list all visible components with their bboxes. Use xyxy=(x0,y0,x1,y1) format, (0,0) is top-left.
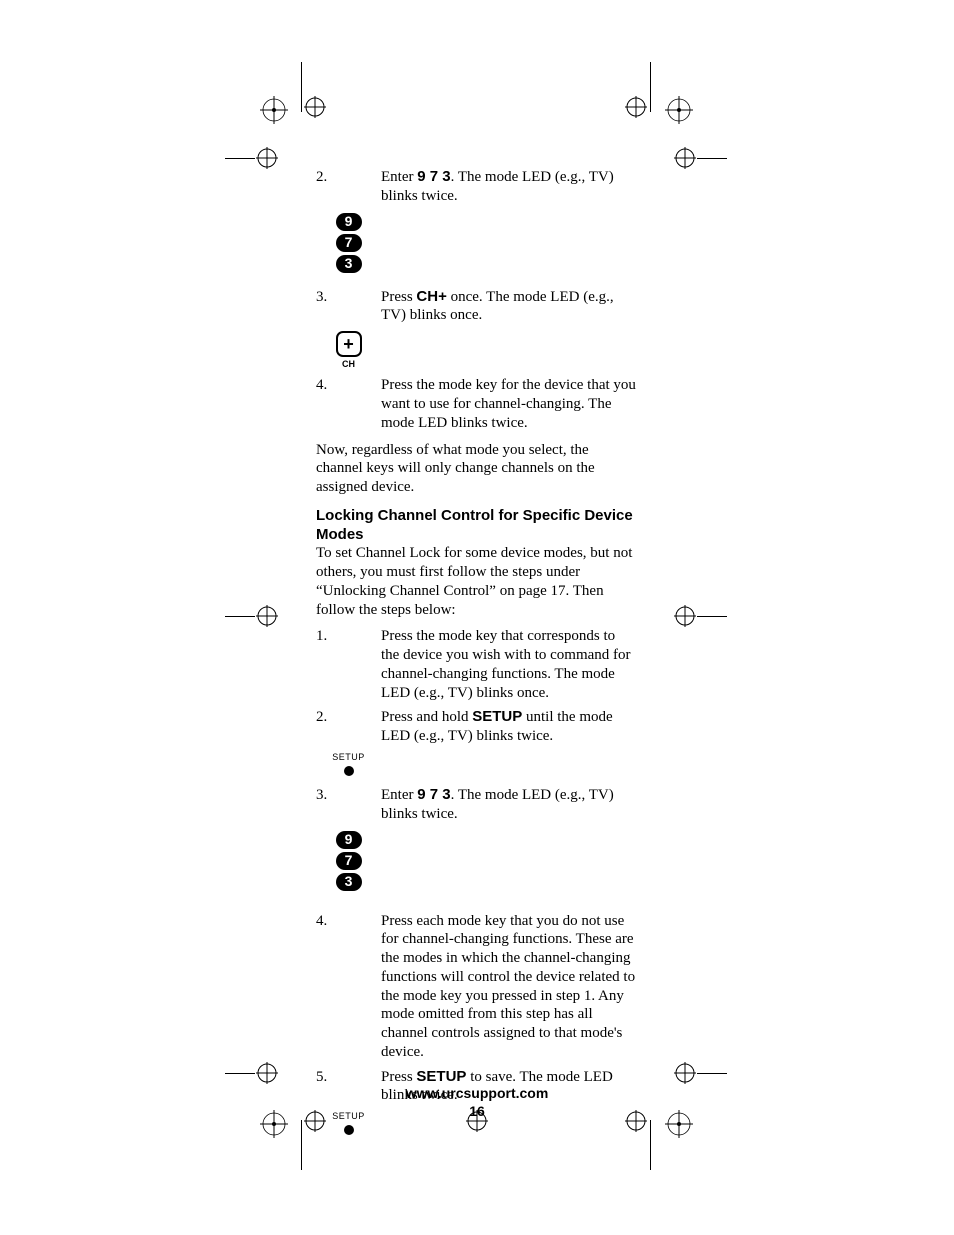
step-text: Press the mode key for the device that y… xyxy=(381,376,636,432)
key-7-icon: 7 xyxy=(336,852,362,870)
footer-url: www.urcsupport.com xyxy=(0,1084,954,1102)
paragraph: To set Channel Lock for some device mode… xyxy=(316,544,636,619)
step-number: 3. xyxy=(316,288,381,307)
text: Enter xyxy=(381,787,417,803)
crop-mark xyxy=(697,158,727,159)
crop-mark xyxy=(225,158,255,159)
ch-label: CH xyxy=(342,359,355,370)
code: 9 7 3 xyxy=(417,786,450,803)
reg-mark xyxy=(625,96,647,118)
step-text: Enter 9 7 3. The mode LED (e.g., TV) bli… xyxy=(381,786,636,824)
crop-mark xyxy=(697,1073,727,1074)
bold: SETUP xyxy=(472,708,522,725)
ch-plus-icon: + CH xyxy=(316,329,381,370)
crop-mark xyxy=(301,1120,302,1170)
key-3-icon: 3 xyxy=(336,873,362,891)
step-b2: 2. Press and hold SETUP until the mode L… xyxy=(316,708,636,746)
reg-mark xyxy=(674,605,696,627)
step-a4: 4. Press the mode key for the device tha… xyxy=(316,376,636,432)
page-footer: www.urcsupport.com 16 xyxy=(0,1084,954,1120)
step-number: 4. xyxy=(316,376,381,395)
bold: SETUP xyxy=(416,1068,466,1085)
step-text: Press CH+ once. The mode LED (e.g., TV) … xyxy=(381,288,636,326)
step-number: 2. xyxy=(316,168,381,187)
paragraph: Now, regardless of what mode you select,… xyxy=(316,441,636,497)
reg-mark xyxy=(665,96,693,124)
reg-mark xyxy=(256,1062,278,1084)
step-text: Press and hold SETUP until the mode LED … xyxy=(381,708,636,746)
setup-label: SETUP xyxy=(332,752,365,763)
keypad-icons: 9 7 3 xyxy=(316,828,381,892)
ch-plus-button-icon: + xyxy=(336,331,362,357)
text: Press xyxy=(381,289,416,305)
reg-mark xyxy=(256,147,278,169)
section-heading: Locking Channel Control for Specific Dev… xyxy=(316,507,636,545)
step-a2: 2. Enter 9 7 3. The mode LED (e.g., TV) … xyxy=(316,168,636,206)
crop-mark xyxy=(650,1120,651,1170)
step-number: 2. xyxy=(316,708,381,727)
step-b4: 4. Press each mode key that you do not u… xyxy=(316,912,636,1062)
crop-mark xyxy=(697,616,727,617)
step-number: 4. xyxy=(316,912,381,931)
step-b3-icons: 9 7 3 xyxy=(316,828,636,892)
text: Enter xyxy=(381,169,417,185)
key-7-icon: 7 xyxy=(336,234,362,252)
reg-mark xyxy=(256,605,278,627)
step-a3-icons: + CH xyxy=(316,329,636,370)
reg-mark xyxy=(674,147,696,169)
step-number: 1. xyxy=(316,627,381,646)
bold: CH+ xyxy=(416,288,446,305)
step-b2-icons: SETUP xyxy=(316,750,636,776)
text: Press and hold xyxy=(381,709,472,725)
step-text: Press the mode key that corresponds to t… xyxy=(381,627,636,702)
setup-dot-icon xyxy=(344,766,354,776)
step-b1: 1. Press the mode key that corresponds t… xyxy=(316,627,636,702)
reg-mark xyxy=(260,96,288,124)
step-text: Press each mode key that you do not use … xyxy=(381,912,636,1062)
reg-mark xyxy=(304,96,326,118)
step-number: 3. xyxy=(316,786,381,805)
key-9-icon: 9 xyxy=(336,831,362,849)
step-a2-icons: 9 7 3 xyxy=(316,210,636,274)
key-9-icon: 9 xyxy=(336,213,362,231)
step-a3: 3. Press CH+ once. The mode LED (e.g., T… xyxy=(316,288,636,326)
code: 9 7 3 xyxy=(417,168,450,185)
crop-mark xyxy=(301,62,302,112)
crop-mark xyxy=(225,616,255,617)
setup-dot-icon xyxy=(344,1125,354,1135)
crop-mark xyxy=(650,62,651,112)
keypad-icons: 9 7 3 xyxy=(316,210,381,274)
page-content: 2. Enter 9 7 3. The mode LED (e.g., TV) … xyxy=(316,168,636,1139)
reg-mark xyxy=(674,1062,696,1084)
step-text: Enter 9 7 3. The mode LED (e.g., TV) bli… xyxy=(381,168,636,206)
page-number: 16 xyxy=(0,1102,954,1120)
key-3-icon: 3 xyxy=(336,255,362,273)
text: Press xyxy=(381,1069,416,1085)
crop-mark xyxy=(225,1073,255,1074)
setup-icon: SETUP xyxy=(316,750,381,776)
step-b3: 3. Enter 9 7 3. The mode LED (e.g., TV) … xyxy=(316,786,636,824)
